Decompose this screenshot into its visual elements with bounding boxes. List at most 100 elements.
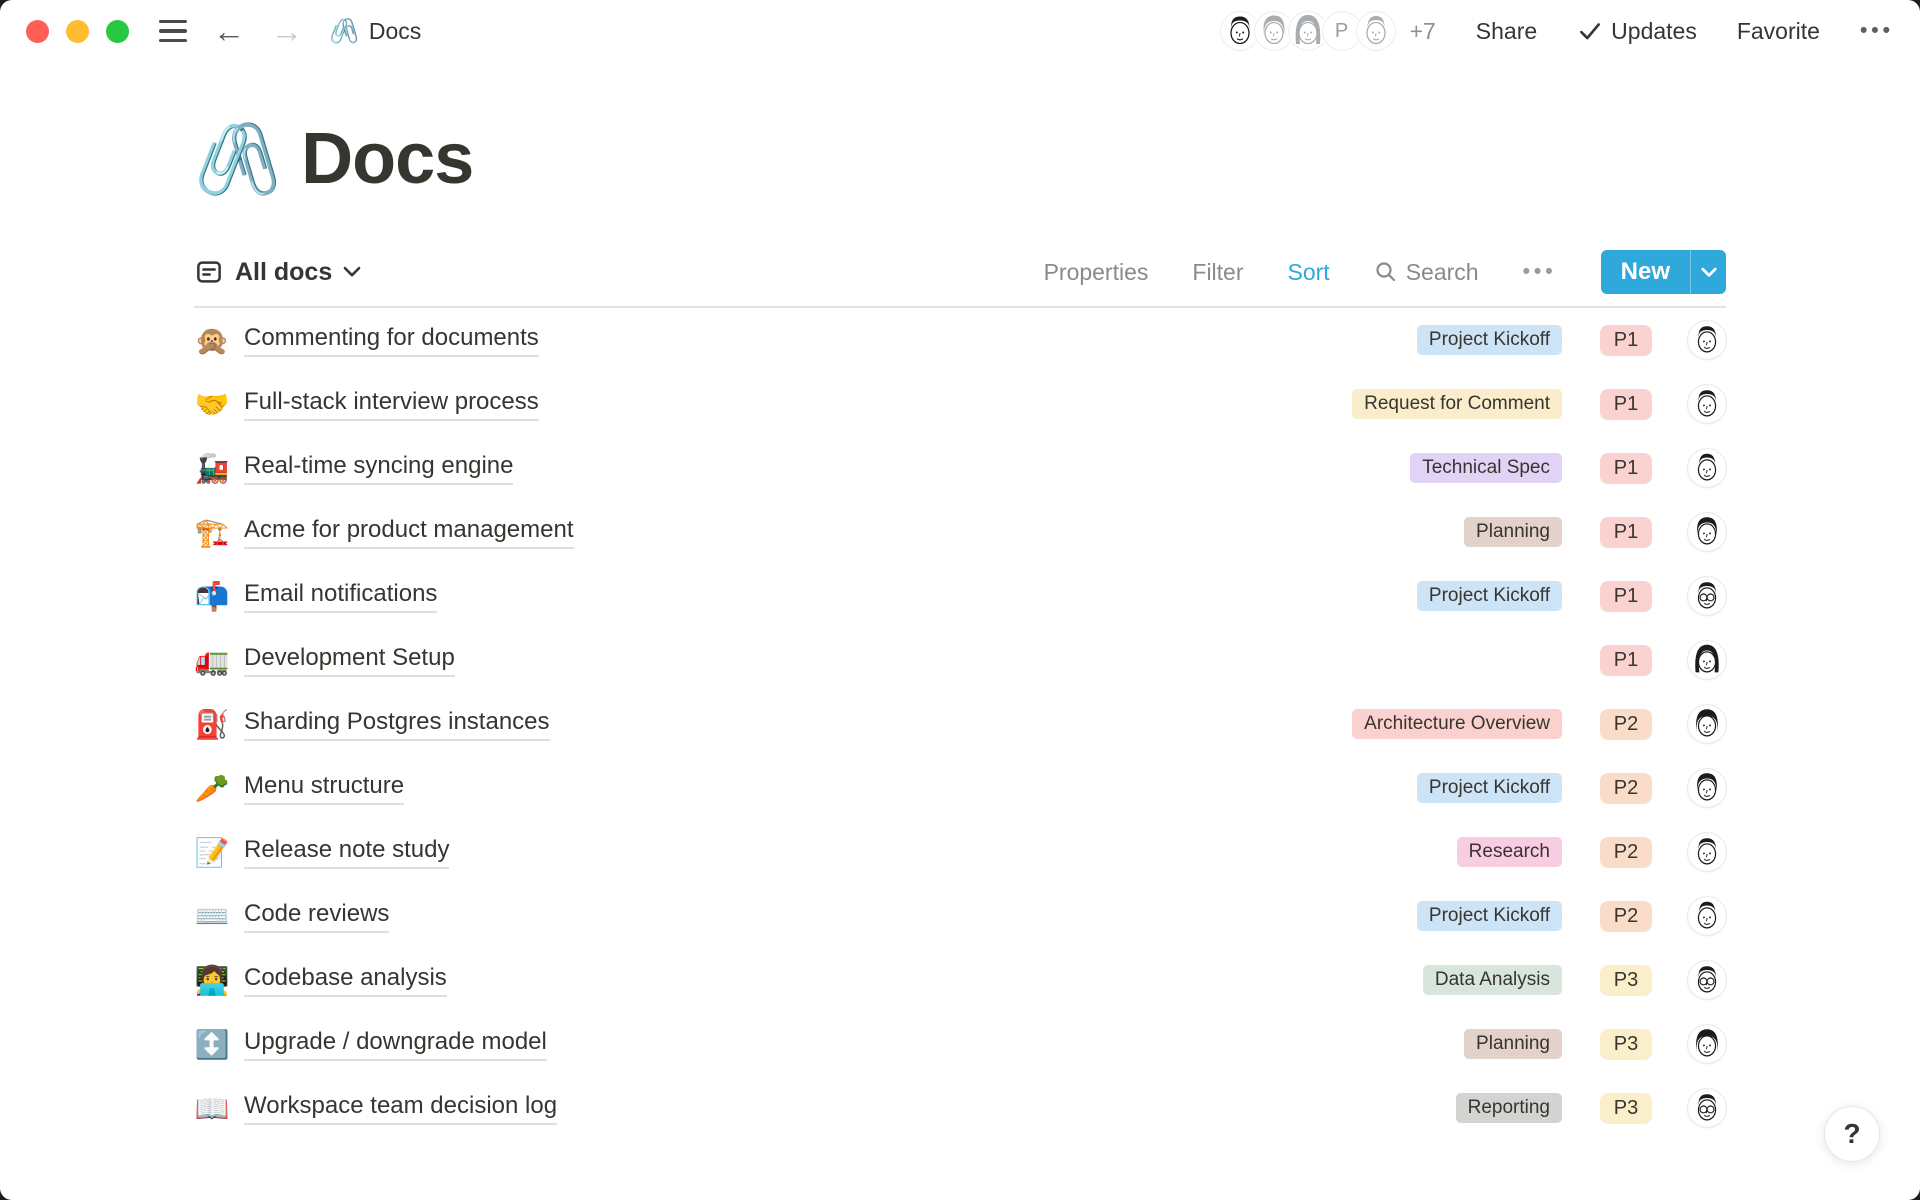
doc-row[interactable]: 👩‍💻 Codebase analysis Data Analysis P3 bbox=[194, 948, 1726, 1012]
doc-title-link[interactable]: Menu structure bbox=[244, 772, 404, 805]
doc-assignee-avatar[interactable] bbox=[1688, 449, 1726, 487]
updates-label: Updates bbox=[1611, 18, 1697, 45]
doc-emoji-icon: 🚛 bbox=[194, 644, 230, 677]
doc-emoji-icon: 📬 bbox=[194, 580, 230, 613]
doc-title-link[interactable]: Code reviews bbox=[244, 900, 389, 933]
doc-type-tag[interactable]: Architecture Overview bbox=[1352, 709, 1562, 739]
doc-assignee-avatar[interactable] bbox=[1688, 641, 1726, 679]
close-window-button[interactable] bbox=[26, 20, 49, 43]
view-label: All docs bbox=[235, 258, 332, 287]
zoom-window-button[interactable] bbox=[106, 20, 129, 43]
doc-row[interactable]: ↕️ Upgrade / downgrade model Planning P3 bbox=[194, 1012, 1726, 1076]
toolbar-more-button[interactable]: ••• bbox=[1523, 260, 1557, 284]
doc-priority-badge[interactable]: P1 bbox=[1600, 517, 1652, 548]
doc-emoji-icon: ⌨️ bbox=[194, 900, 230, 933]
doc-title-link[interactable]: Commenting for documents bbox=[244, 324, 539, 357]
doc-title-link[interactable]: Release note study bbox=[244, 836, 449, 869]
doc-assignee-avatar[interactable] bbox=[1688, 769, 1726, 807]
doc-priority-badge[interactable]: P2 bbox=[1600, 901, 1652, 932]
doc-assignee-avatar[interactable] bbox=[1688, 321, 1726, 359]
check-icon bbox=[1577, 18, 1603, 44]
doc-title-link[interactable]: Full-stack interview process bbox=[244, 388, 539, 421]
doc-row[interactable]: 🏗️ Acme for product management Planning … bbox=[194, 500, 1726, 564]
doc-title-link[interactable]: Upgrade / downgrade model bbox=[244, 1028, 547, 1061]
sort-button[interactable]: Sort bbox=[1288, 259, 1330, 286]
page-header: 🖇️ Docs bbox=[194, 118, 1726, 200]
share-button[interactable]: Share bbox=[1476, 18, 1537, 45]
doc-title-link[interactable]: Email notifications bbox=[244, 580, 437, 613]
doc-row[interactable]: 🚂 Real-time syncing engine Technical Spe… bbox=[194, 436, 1726, 500]
doc-type-tag[interactable]: Planning bbox=[1464, 517, 1562, 547]
doc-assignee-avatar[interactable] bbox=[1688, 577, 1726, 615]
doc-priority-badge[interactable]: P2 bbox=[1600, 837, 1652, 868]
collaborator-facepile[interactable]: P bbox=[1218, 9, 1398, 53]
doc-emoji-icon: 👩‍💻 bbox=[194, 964, 230, 997]
more-options-button[interactable]: ••• bbox=[1860, 19, 1894, 43]
doc-assignee-avatar[interactable] bbox=[1688, 1025, 1726, 1063]
doc-assignee-avatar[interactable] bbox=[1688, 705, 1726, 743]
doc-title-link[interactable]: Codebase analysis bbox=[244, 964, 447, 997]
doc-title-link[interactable]: Acme for product management bbox=[244, 516, 574, 549]
collaborator-avatar[interactable] bbox=[1354, 9, 1398, 53]
filter-button[interactable]: Filter bbox=[1192, 259, 1243, 286]
doc-type-tag[interactable]: Research bbox=[1457, 837, 1562, 867]
doc-row[interactable]: ⛽ Sharding Postgres instances Architectu… bbox=[194, 692, 1726, 756]
doc-type-tag[interactable]: Data Analysis bbox=[1423, 965, 1562, 995]
minimize-window-button[interactable] bbox=[66, 20, 89, 43]
doc-title-link[interactable]: Workspace team decision log bbox=[244, 1092, 557, 1125]
doc-assignee-avatar[interactable] bbox=[1688, 897, 1726, 935]
doc-type-tag[interactable]: Project Kickoff bbox=[1417, 581, 1562, 611]
doc-row[interactable]: 🙊 Commenting for documents Project Kicko… bbox=[194, 308, 1726, 372]
doc-assignee-avatar[interactable] bbox=[1688, 961, 1726, 999]
help-button[interactable]: ? bbox=[1824, 1106, 1880, 1162]
doc-priority-badge[interactable]: P1 bbox=[1600, 389, 1652, 420]
new-dropdown-button[interactable] bbox=[1690, 250, 1726, 294]
doc-assignee-avatar[interactable] bbox=[1688, 833, 1726, 871]
doc-type-tag[interactable]: Project Kickoff bbox=[1417, 325, 1562, 355]
doc-emoji-icon: 🙊 bbox=[194, 324, 230, 357]
search-icon bbox=[1374, 260, 1398, 284]
doc-row[interactable]: 📖 Workspace team decision log Reporting … bbox=[194, 1076, 1726, 1140]
doc-title-link[interactable]: Sharding Postgres instances bbox=[244, 708, 550, 741]
doc-title-link[interactable]: Development Setup bbox=[244, 644, 455, 677]
new-button[interactable]: New bbox=[1601, 250, 1690, 294]
view-switcher[interactable]: All docs bbox=[194, 257, 361, 287]
doc-type-tag[interactable]: Project Kickoff bbox=[1417, 773, 1562, 803]
doc-row[interactable]: 📝 Release note study Research P2 bbox=[194, 820, 1726, 884]
doc-priority-badge[interactable]: P1 bbox=[1600, 453, 1652, 484]
doc-priority-badge[interactable]: P3 bbox=[1600, 1029, 1652, 1060]
paperclip-emoji-icon: 🖇️ bbox=[329, 17, 359, 46]
sidebar-toggle-icon[interactable] bbox=[159, 20, 187, 43]
window-topbar: ← → 🖇️ Docs P +7 Share Updates Favorite … bbox=[0, 0, 1920, 62]
doc-priority-badge[interactable]: P1 bbox=[1600, 645, 1652, 676]
doc-priority-badge[interactable]: P2 bbox=[1600, 709, 1652, 740]
doc-row[interactable]: ⌨️ Code reviews Project Kickoff P2 bbox=[194, 884, 1726, 948]
doc-assignee-avatar[interactable] bbox=[1688, 385, 1726, 423]
doc-row[interactable]: 🥕 Menu structure Project Kickoff P2 bbox=[194, 756, 1726, 820]
doc-row[interactable]: 🚛 Development Setup P1 bbox=[194, 628, 1726, 692]
page-icon-paperclip-emoji[interactable]: 🖇️ bbox=[194, 124, 281, 194]
doc-title-link[interactable]: Real-time syncing engine bbox=[244, 452, 513, 485]
doc-emoji-icon: 🏗️ bbox=[194, 516, 230, 549]
doc-priority-badge[interactable]: P3 bbox=[1600, 965, 1652, 996]
doc-row[interactable]: 🤝 Full-stack interview process Request f… bbox=[194, 372, 1726, 436]
back-arrow-icon[interactable]: ← bbox=[213, 15, 245, 47]
collaborator-overflow-count[interactable]: +7 bbox=[1410, 18, 1436, 45]
properties-button[interactable]: Properties bbox=[1044, 259, 1149, 286]
doc-row[interactable]: 📬 Email notifications Project Kickoff P1 bbox=[194, 564, 1726, 628]
favorite-button[interactable]: Favorite bbox=[1737, 18, 1820, 45]
doc-type-tag[interactable]: Request for Comment bbox=[1352, 389, 1562, 419]
doc-priority-badge[interactable]: P3 bbox=[1600, 1093, 1652, 1124]
doc-type-tag[interactable]: Reporting bbox=[1456, 1093, 1562, 1123]
doc-assignee-avatar[interactable] bbox=[1688, 513, 1726, 551]
doc-type-tag[interactable]: Technical Spec bbox=[1410, 453, 1562, 483]
doc-priority-badge[interactable]: P2 bbox=[1600, 773, 1652, 804]
search-button[interactable]: Search bbox=[1374, 259, 1479, 286]
doc-assignee-avatar[interactable] bbox=[1688, 1089, 1726, 1127]
doc-type-tag[interactable]: Project Kickoff bbox=[1417, 901, 1562, 931]
doc-priority-badge[interactable]: P1 bbox=[1600, 581, 1652, 612]
updates-button[interactable]: Updates bbox=[1577, 18, 1697, 45]
breadcrumb[interactable]: 🖇️ Docs bbox=[329, 17, 421, 46]
doc-type-tag[interactable]: Planning bbox=[1464, 1029, 1562, 1059]
doc-priority-badge[interactable]: P1 bbox=[1600, 325, 1652, 356]
